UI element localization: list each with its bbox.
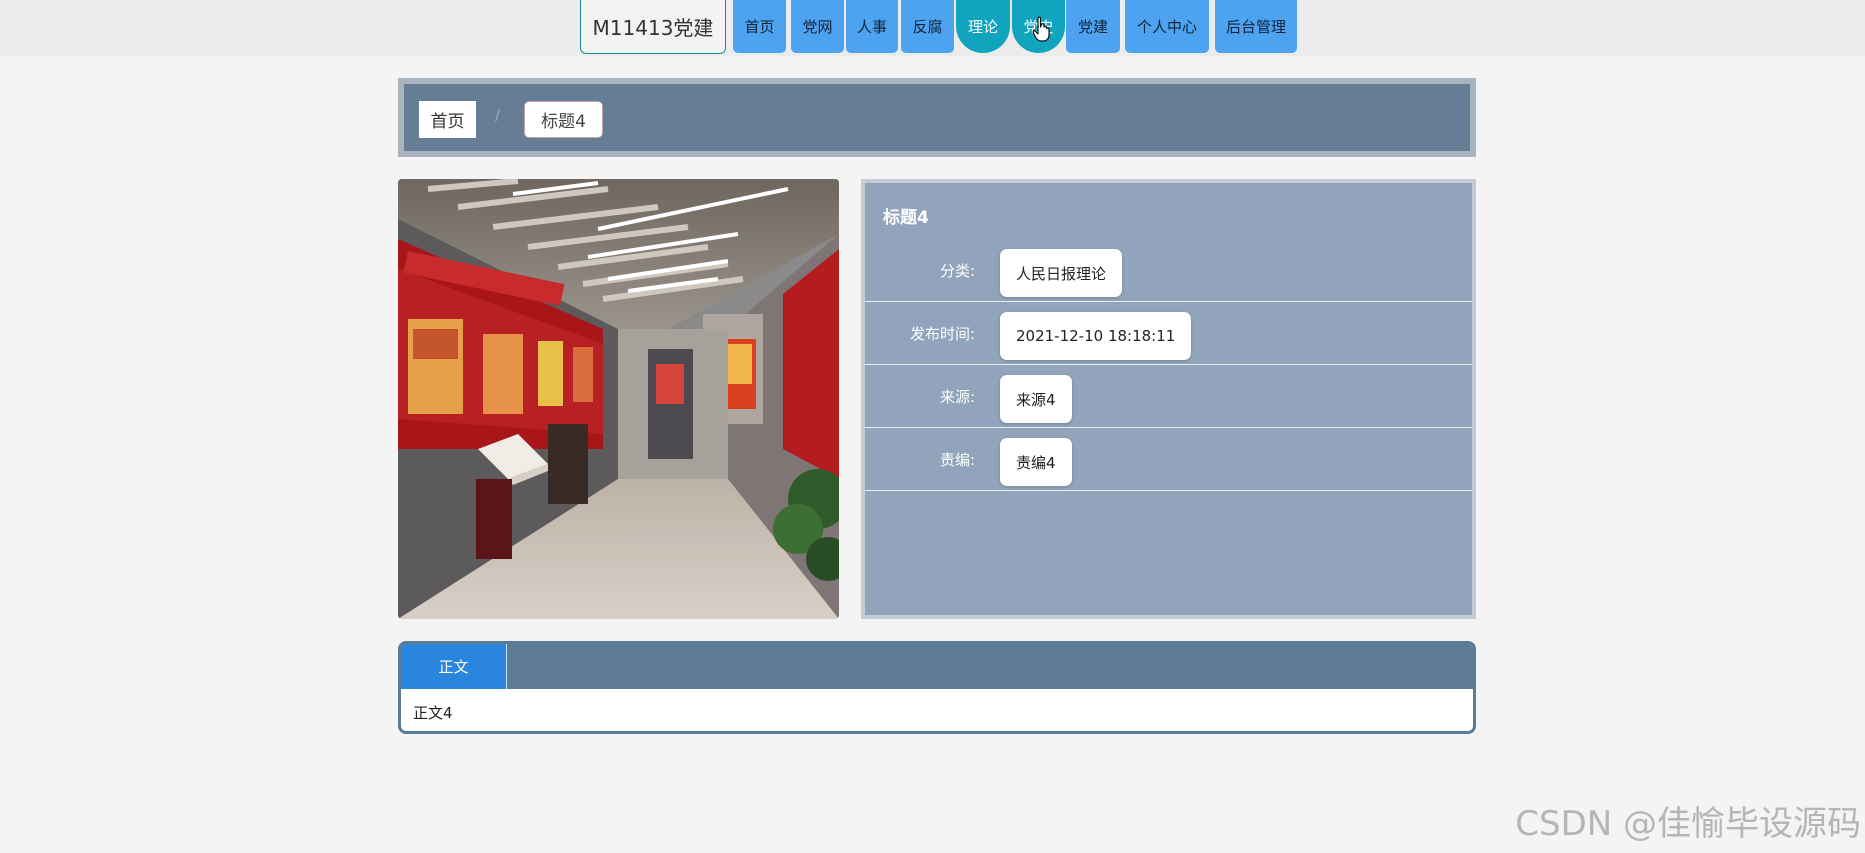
breadcrumb-current: 标题4 (524, 101, 603, 138)
nav-item-party-net[interactable]: 党网 (791, 0, 844, 53)
info-row-publish-time: 发布时间: 2021-12-10 18:18:11 (865, 302, 1472, 365)
editor-label: 责编: (939, 450, 975, 469)
editor-value: 责编4 (1000, 438, 1072, 486)
nav-item-home[interactable]: 首页 (733, 0, 786, 53)
info-row-source: 来源: 来源4 (865, 365, 1472, 428)
category-value: 人民日报理论 (1000, 249, 1123, 297)
hand-cursor-icon (1032, 16, 1050, 42)
nav-item-theory[interactable]: 理论 (956, 0, 1010, 53)
content-panel: 正文 正文4 (398, 641, 1476, 734)
content-tab-bar: 正文 (401, 644, 1473, 689)
csdn-watermark: CSDN @佳愉毕设源码 (1515, 804, 1861, 844)
tab-body-text[interactable]: 正文 (401, 644, 507, 689)
publish-time-label: 发布时间: (909, 324, 975, 343)
breadcrumb-separator: / (495, 106, 501, 124)
nav-item-party-building[interactable]: 党建 (1066, 0, 1120, 53)
breadcrumb-home-link[interactable]: 首页 (419, 101, 476, 138)
info-row-editor: 责编: 责编4 (865, 428, 1472, 491)
article-title: 标题4 (883, 208, 929, 228)
breadcrumb: 首页 / 标题4 (398, 78, 1476, 157)
exhibition-hall-image (398, 179, 839, 619)
article-info-panel: 标题4 分类: 人民日报理论 发布时间: 2021-12-10 18:18:11… (861, 179, 1476, 619)
nav-item-personnel[interactable]: 人事 (846, 0, 898, 53)
source-label: 来源: (939, 387, 975, 406)
site-brand[interactable]: M11413党建 (580, 0, 726, 54)
nav-item-anti-corruption[interactable]: 反腐 (901, 0, 954, 53)
nav-item-admin[interactable]: 后台管理 (1215, 0, 1297, 53)
source-value: 来源4 (1000, 375, 1072, 423)
nav-item-personal-center[interactable]: 个人中心 (1125, 0, 1209, 53)
article-body: 正文4 (413, 704, 453, 722)
info-row-category: 分类: 人民日报理论 (865, 239, 1472, 302)
category-label: 分类: (939, 261, 975, 280)
article-photo (398, 179, 839, 619)
top-navbar: M11413党建 首页 党网 人事 反腐 理论 党史 党建 个人中心 后台管理 (0, 0, 1865, 56)
publish-time-value: 2021-12-10 18:18:11 (1000, 312, 1192, 360)
